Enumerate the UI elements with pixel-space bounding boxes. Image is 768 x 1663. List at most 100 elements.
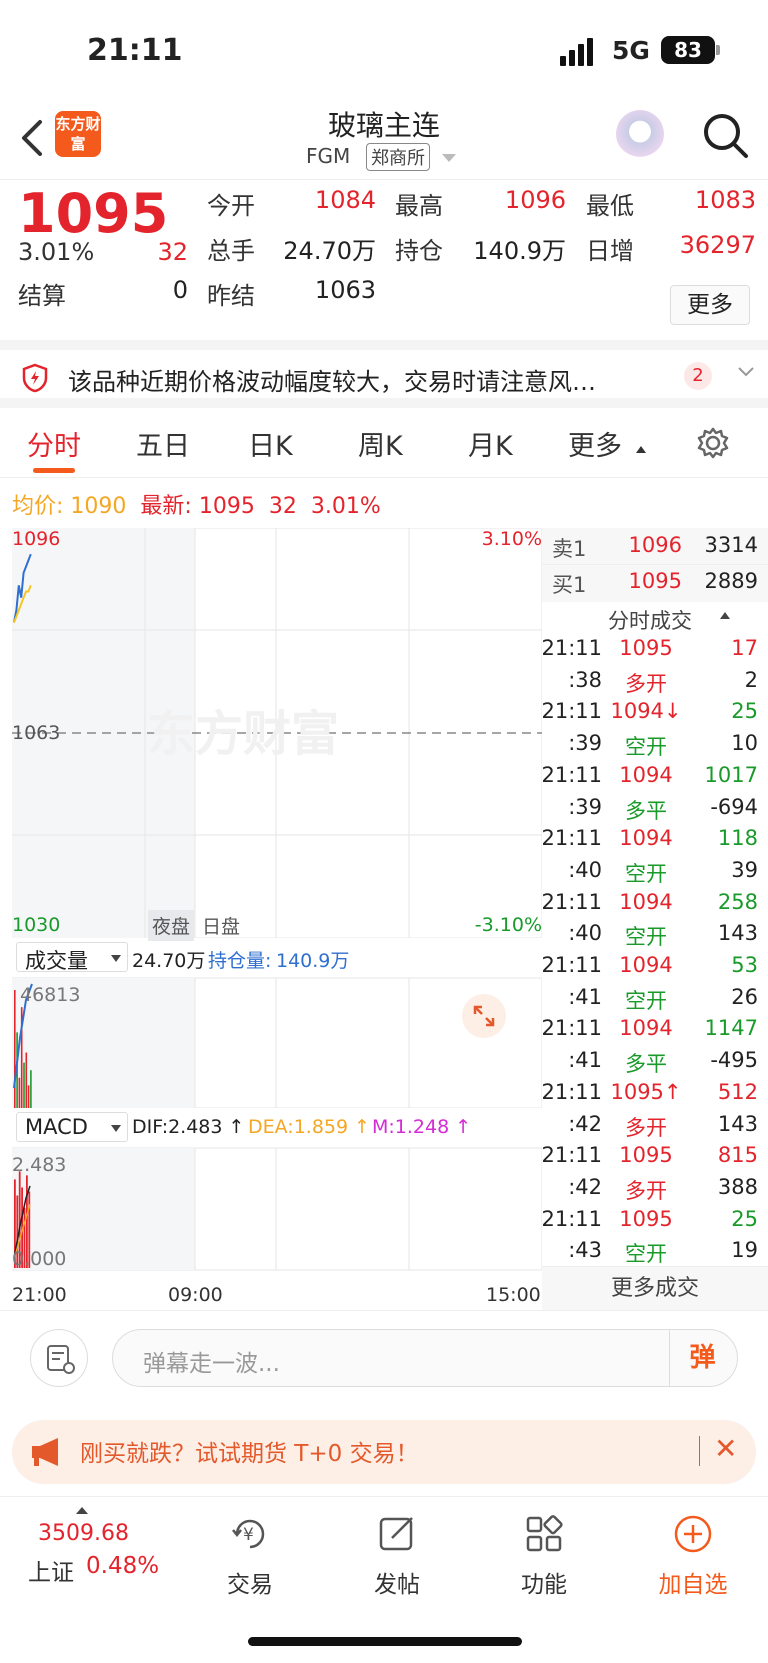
- comment-bar: 弹幕走一波... 弹: [0, 1310, 768, 1410]
- tick-time: 21:11: [541, 826, 602, 851]
- risk-notice-bar[interactable]: 该品种近期价格波动幅度较大，交易时请注意风… 2: [0, 340, 768, 408]
- index-name: 上证: [28, 1560, 74, 1586]
- index-ticker[interactable]: 3509.68 上证 0.48%: [28, 1507, 178, 1597]
- edit-icon: [379, 1517, 413, 1551]
- tick-price: 1094: [619, 889, 673, 914]
- tick-time: 21:11: [541, 636, 602, 660]
- prev-settle-label: 昨结: [207, 282, 255, 310]
- indicator-select-macd[interactable]: MACD: [16, 1112, 128, 1142]
- status-time: 21:11: [87, 33, 183, 68]
- tab-daily-k[interactable]: 日K: [248, 424, 293, 463]
- high-value: 1096: [504, 186, 566, 214]
- close-icon[interactable]: ✕: [714, 1432, 737, 1465]
- tick-row: 21:11 1094 118: [541, 822, 768, 853]
- expand-icon[interactable]: [462, 994, 506, 1038]
- settings-gear-icon[interactable]: [696, 426, 730, 460]
- more-ticks-button[interactable]: 更多成交: [542, 1266, 768, 1310]
- nav-post[interactable]: 发帖: [347, 1513, 447, 1599]
- tick-price: 1094: [619, 953, 673, 977]
- yen-exchange-icon: ¥: [232, 1519, 265, 1549]
- tick-qty: 25: [731, 1206, 758, 1231]
- tick-row: 21:11 1095↑ 512: [541, 1076, 768, 1107]
- tick-time: 21:11: [541, 762, 602, 787]
- danmaku-input[interactable]: 弹幕走一波... 弹: [112, 1329, 738, 1387]
- prev-settle-value: 1063: [314, 276, 376, 304]
- macd-dea: DEA:1.859 ↑: [248, 1116, 371, 1138]
- volume-bar: [30, 1070, 32, 1108]
- tick-time: :41: [568, 984, 602, 1009]
- nav-add-watchlist[interactable]: 加自选: [643, 1513, 743, 1599]
- tab-intraday[interactable]: 分时: [27, 424, 81, 463]
- x-label-end: 15:00: [486, 1284, 541, 1306]
- nav-trade-label: 交易: [227, 1572, 273, 1598]
- tick-qty: 10: [731, 731, 758, 756]
- tab-monthly-k[interactable]: 月K: [468, 424, 513, 463]
- oi-label: 持仓: [395, 237, 443, 265]
- tab-weekly-k[interactable]: 周K: [358, 424, 403, 463]
- tick-qty: 815: [717, 1143, 758, 1168]
- last-change: 32: [268, 494, 297, 519]
- more-quote-button[interactable]: 更多: [670, 285, 750, 325]
- tick-row: 21:11 1095 25: [541, 1203, 768, 1234]
- tab-more[interactable]: 更多: [568, 424, 622, 463]
- avg-value: 1090: [70, 494, 127, 519]
- sell-1-label: 卖1: [552, 537, 587, 561]
- oi-value: 140.9万: [473, 237, 566, 265]
- nav-trade[interactable]: ¥ 交易: [200, 1513, 300, 1599]
- promo-banner[interactable]: 刚买就跌？试试期货 T+0 交易！ ✕: [12, 1420, 756, 1484]
- last-label: 最新:: [140, 494, 192, 519]
- tick-row: :41 空开 26: [542, 981, 768, 1013]
- danmaku-send-button[interactable]: 弹: [669, 1330, 735, 1386]
- comment-list-icon[interactable]: [30, 1329, 88, 1387]
- y-mid-label: 1063: [12, 722, 61, 744]
- chevron-down-icon[interactable]: [736, 362, 756, 382]
- macd-dif: DIF:2.483 ↑: [132, 1116, 245, 1138]
- plus-circle-icon: [674, 1515, 712, 1553]
- robot-assistant-icon[interactable]: [616, 110, 664, 158]
- daily-inc-value: 36297: [679, 231, 756, 259]
- tick-qty: 258: [717, 889, 758, 914]
- volume-value: 24.70万: [283, 237, 376, 265]
- tick-price: 1094↓: [610, 699, 682, 724]
- x-label-mid: 09:00: [168, 1284, 223, 1306]
- tab-five-day[interactable]: 五日: [136, 424, 190, 463]
- nav-add-watchlist-label: 加自选: [658, 1572, 728, 1598]
- volume-bar: [23, 1062, 25, 1108]
- chevron-down-icon: [111, 955, 121, 962]
- nav-functions-label: 功能: [521, 1572, 567, 1598]
- macd-m: M:1.248 ↑: [372, 1116, 472, 1138]
- last-price: 1095: [18, 182, 169, 245]
- tick-price: 多开: [625, 1178, 667, 1203]
- tick-time: :41: [568, 1048, 602, 1073]
- intraday-chart-svg: 东方财富: [11, 527, 543, 939]
- tick-row: 21:11 1094↓ 25: [541, 695, 768, 726]
- change-pct: 3.01%: [18, 238, 95, 266]
- indicator-select-volume[interactable]: 成交量: [16, 942, 128, 973]
- grid-icon: [526, 1515, 563, 1552]
- exchange-badge[interactable]: 郑商所: [366, 143, 430, 171]
- tick-price: 多平: [625, 1052, 667, 1077]
- tick-qty: 118: [717, 826, 758, 851]
- oi-label: 持仓量:: [208, 950, 272, 972]
- chevron-down-icon[interactable]: [442, 154, 456, 162]
- open-label: 今开: [207, 192, 255, 220]
- ticks-header[interactable]: 分时成交: [542, 602, 768, 633]
- tick-price: 1094: [619, 826, 673, 851]
- tick-qty: 388: [717, 1174, 758, 1199]
- chart-period-tabs: 分时 五日 日K 周K 月K 更多: [0, 408, 768, 478]
- tick-row: 21:11 1094 1147: [541, 1012, 768, 1043]
- pct-bottom-label: -3.10%: [474, 914, 542, 936]
- tick-qty: 143: [717, 921, 758, 946]
- day-session-label: 日盘: [202, 916, 241, 938]
- buy-1-label: 买1: [552, 573, 587, 597]
- status-bar: 21:11 5G 83: [0, 0, 768, 100]
- tick-row: 21:11 1094 258: [541, 886, 768, 917]
- night-session-label: 夜盘: [148, 910, 195, 941]
- search-icon[interactable]: [700, 110, 750, 160]
- macd-max-label: 2.483: [12, 1154, 67, 1176]
- nav-post-label: 发帖: [374, 1572, 420, 1598]
- low-label: 最低: [586, 192, 634, 220]
- intraday-chart[interactable]: 东方财富 1096 1063 1030 3.10% -3.10% 夜盘 日盘: [11, 527, 543, 941]
- nav-functions[interactable]: 功能: [494, 1513, 594, 1599]
- oi-value: 140.9万: [276, 950, 350, 972]
